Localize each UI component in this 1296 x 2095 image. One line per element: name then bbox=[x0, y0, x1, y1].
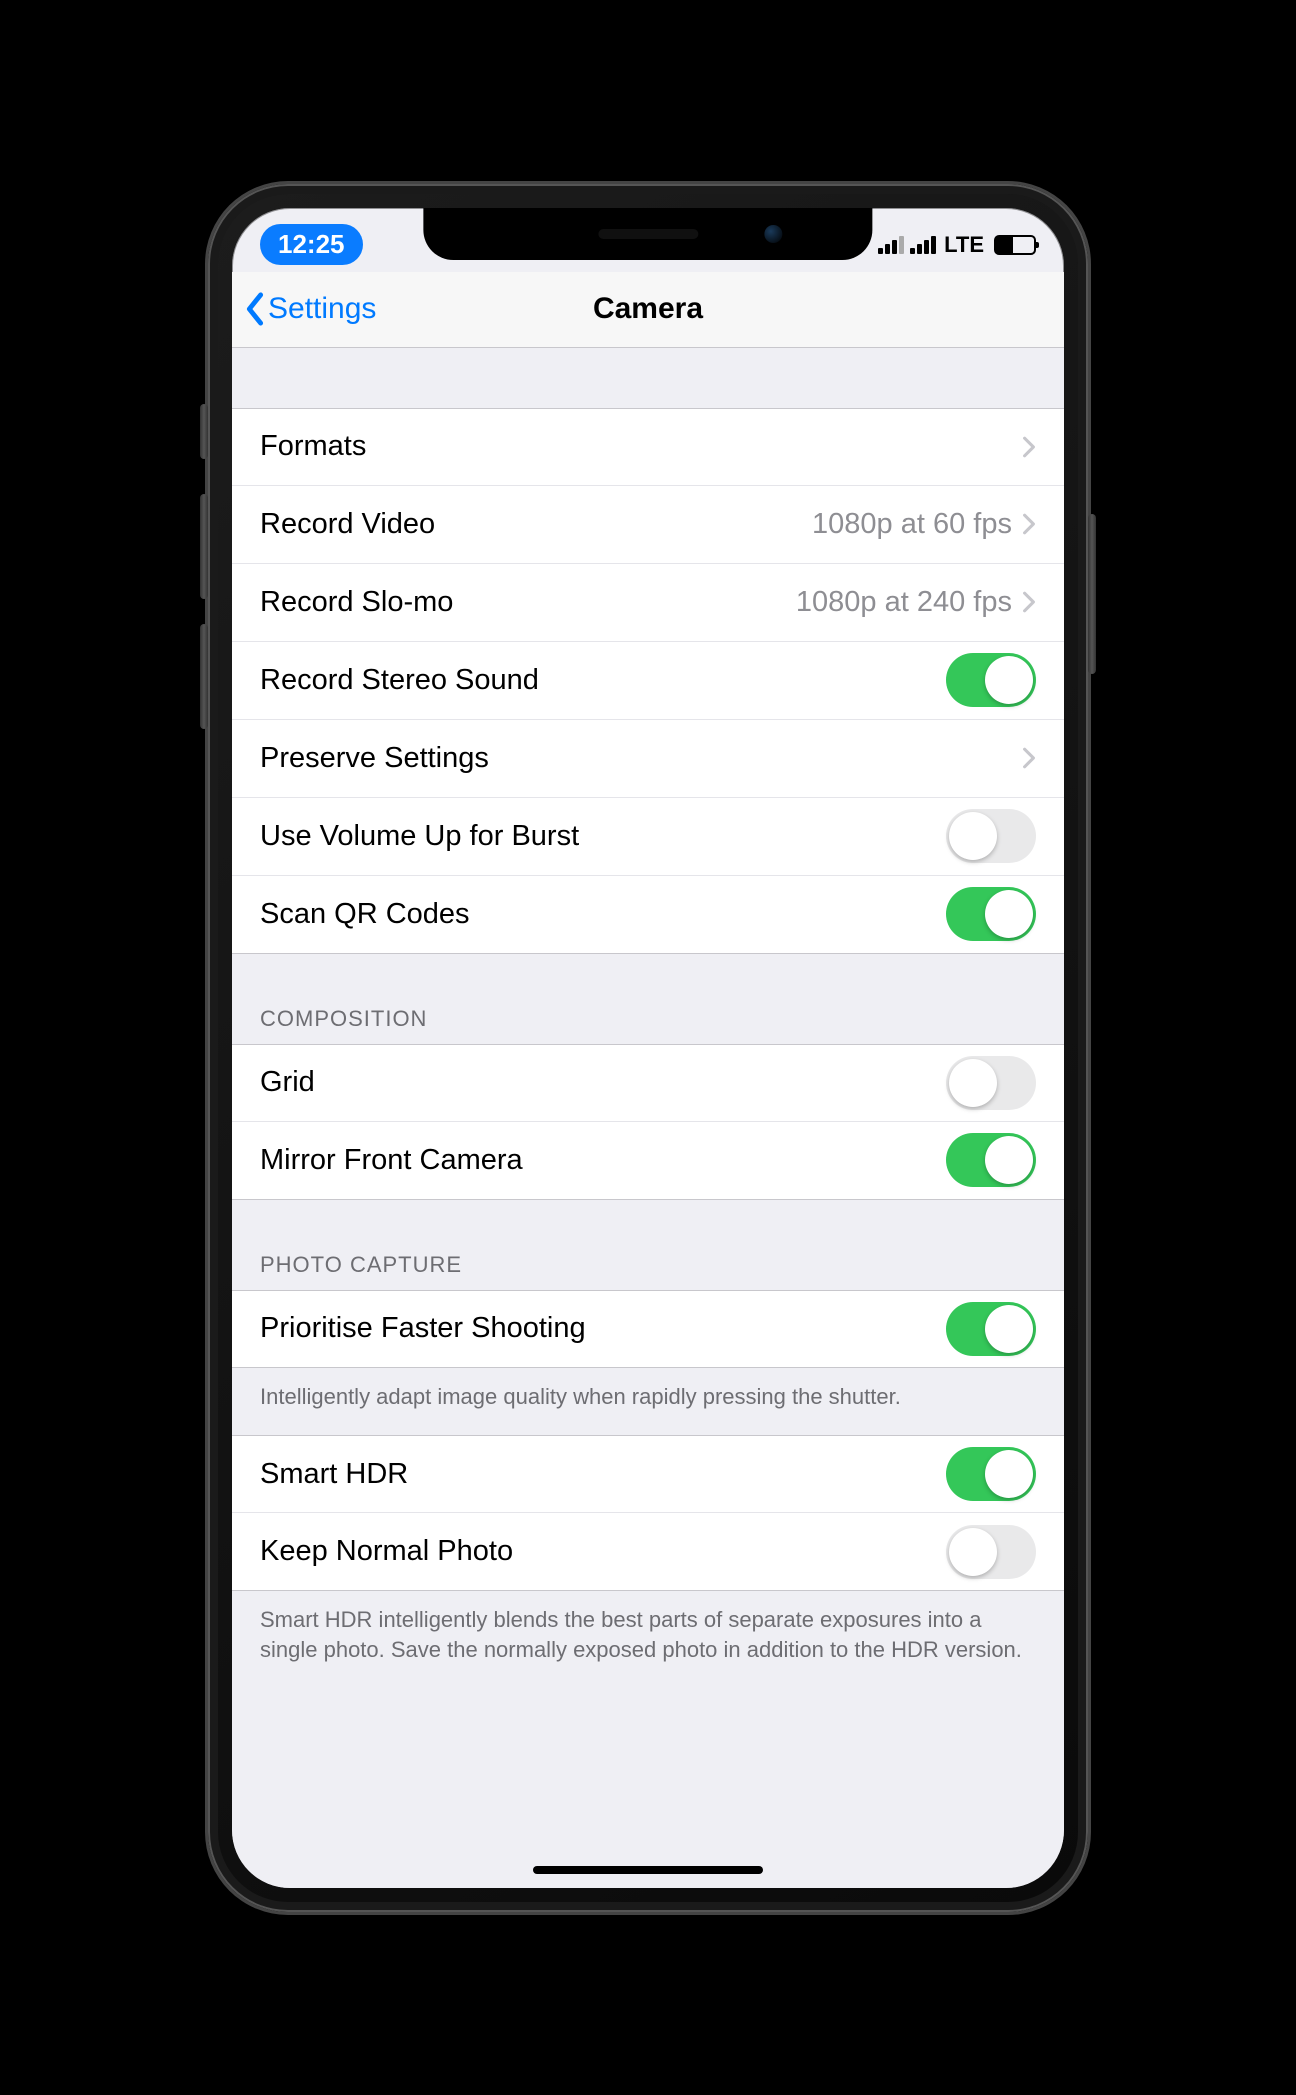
volume-up-button bbox=[200, 494, 208, 599]
row-prioritise-faster: Prioritise Faster Shooting bbox=[232, 1290, 1064, 1368]
battery-icon bbox=[994, 235, 1036, 255]
ringer-switch bbox=[200, 404, 208, 459]
footer-smart-hdr: Smart HDR intelligently blends the best … bbox=[232, 1591, 1064, 1724]
row-label: Smart HDR bbox=[260, 1458, 946, 1491]
volume-down-button bbox=[200, 624, 208, 729]
row-label: Grid bbox=[260, 1066, 946, 1099]
row-smart-hdr: Smart HDR bbox=[232, 1435, 1064, 1513]
page-title: Camera bbox=[593, 292, 703, 326]
footer-faster-shooting: Intelligently adapt image quality when r… bbox=[232, 1368, 1064, 1436]
chevron-right-icon bbox=[1022, 436, 1036, 458]
back-button[interactable]: Settings bbox=[244, 292, 376, 326]
row-mirror-front: Mirror Front Camera bbox=[232, 1122, 1064, 1200]
toggle-volume-burst[interactable] bbox=[946, 809, 1036, 863]
row-volume-burst: Use Volume Up for Burst bbox=[232, 798, 1064, 876]
row-formats[interactable]: Formats bbox=[232, 408, 1064, 486]
back-label: Settings bbox=[268, 292, 376, 326]
toggle-smart-hdr[interactable] bbox=[946, 1447, 1036, 1501]
settings-list: Formats Record Video 1080p at 60 fps Rec… bbox=[232, 348, 1064, 1888]
row-preserve-settings[interactable]: Preserve Settings bbox=[232, 720, 1064, 798]
row-label: Mirror Front Camera bbox=[260, 1144, 946, 1177]
screen: 12:25 LTE Settings Camera bbox=[232, 208, 1064, 1888]
toggle-scan-qr[interactable] bbox=[946, 887, 1036, 941]
row-grid: Grid bbox=[232, 1044, 1064, 1122]
toggle-keep-normal-photo[interactable] bbox=[946, 1525, 1036, 1579]
row-value: 1080p at 60 fps bbox=[812, 508, 1012, 541]
cellular-signal-icon bbox=[910, 236, 936, 254]
toggle-stereo-sound[interactable] bbox=[946, 653, 1036, 707]
row-label: Formats bbox=[260, 430, 1022, 463]
row-label: Record Video bbox=[260, 508, 812, 541]
chevron-right-icon bbox=[1022, 513, 1036, 535]
row-label: Prioritise Faster Shooting bbox=[260, 1312, 946, 1345]
chevron-right-icon bbox=[1022, 591, 1036, 613]
navigation-bar: Settings Camera bbox=[232, 272, 1064, 348]
row-label: Record Slo-mo bbox=[260, 586, 796, 619]
chevron-left-icon bbox=[244, 292, 266, 326]
notch bbox=[423, 208, 872, 260]
home-indicator[interactable] bbox=[533, 1866, 763, 1874]
row-keep-normal-photo: Keep Normal Photo bbox=[232, 1513, 1064, 1591]
toggle-prioritise-faster[interactable] bbox=[946, 1302, 1036, 1356]
toggle-grid[interactable] bbox=[946, 1056, 1036, 1110]
row-record-slomo[interactable]: Record Slo-mo 1080p at 240 fps bbox=[232, 564, 1064, 642]
dual-signal-icon bbox=[878, 236, 904, 254]
status-time: 12:25 bbox=[260, 224, 363, 265]
row-record-video[interactable]: Record Video 1080p at 60 fps bbox=[232, 486, 1064, 564]
row-label: Record Stereo Sound bbox=[260, 664, 946, 697]
row-scan-qr: Scan QR Codes bbox=[232, 876, 1064, 954]
network-label: LTE bbox=[944, 232, 984, 258]
row-label: Keep Normal Photo bbox=[260, 1535, 946, 1568]
device-frame: 12:25 LTE Settings Camera bbox=[208, 184, 1088, 1912]
row-label: Use Volume Up for Burst bbox=[260, 820, 946, 853]
row-label: Preserve Settings bbox=[260, 742, 1022, 775]
section-header-photo-capture: PHOTO CAPTURE bbox=[232, 1200, 1064, 1290]
chevron-right-icon bbox=[1022, 747, 1036, 769]
row-stereo-sound: Record Stereo Sound bbox=[232, 642, 1064, 720]
side-button bbox=[1088, 514, 1096, 674]
row-label: Scan QR Codes bbox=[260, 898, 946, 931]
section-header-composition: COMPOSITION bbox=[232, 954, 1064, 1044]
row-value: 1080p at 240 fps bbox=[796, 586, 1012, 619]
toggle-mirror-front[interactable] bbox=[946, 1133, 1036, 1187]
